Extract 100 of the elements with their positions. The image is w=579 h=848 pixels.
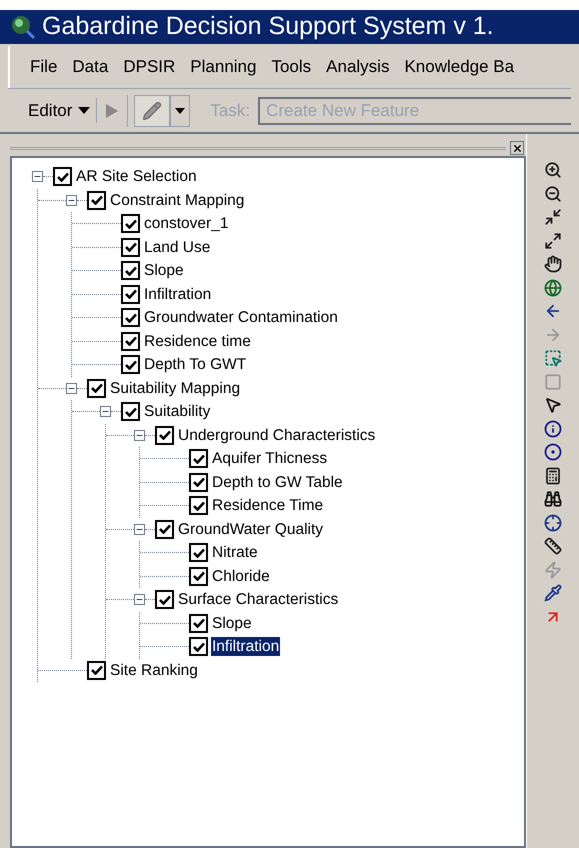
sketch-dropdown-button[interactable] [170, 94, 190, 126]
checkbox[interactable] [189, 614, 208, 633]
checkmark-icon [192, 548, 204, 558]
checkbox[interactable] [189, 472, 208, 492]
checkmark-icon [124, 336, 136, 346]
checkmark-icon [158, 524, 170, 534]
checkbox[interactable] [121, 214, 140, 234]
tree-item[interactable]: Depth to GW Table [211, 472, 344, 492]
checkmark-icon [192, 571, 204, 582]
expander-toggle[interactable] [134, 430, 145, 441]
dropper-icon [544, 584, 562, 602]
tree-item[interactable]: Chloride [211, 566, 271, 586]
checkbox[interactable] [189, 543, 208, 562]
menu-item[interactable]: DPSIR [123, 54, 176, 80]
expander-toggle[interactable] [32, 171, 43, 182]
checkmark-icon [90, 383, 102, 394]
arrows-outward-icon [544, 232, 562, 250]
checkmark-icon [124, 242, 136, 252]
checkbox[interactable] [189, 449, 208, 468]
info-tool-button[interactable] [542, 418, 564, 438]
expander-toggle[interactable] [100, 406, 111, 418]
ruler-icon [544, 537, 562, 555]
tree-item[interactable]: Aquifer Thicness [211, 449, 328, 468]
checkbox[interactable] [87, 190, 106, 210]
checkbox[interactable] [189, 637, 208, 656]
dropdown-caret-icon [78, 107, 90, 114]
window-title: Gabardine Decision Support System v 1. [42, 11, 494, 42]
checkbox[interactable] [121, 308, 140, 328]
hand-tool-button[interactable] [542, 254, 564, 274]
checkbox[interactable] [155, 426, 174, 445]
tree-item[interactable]: Residence Time [211, 496, 324, 516]
tree-item[interactable]: constover_1 [143, 214, 230, 234]
checkbox[interactable] [87, 378, 106, 398]
task-label: Task: [210, 100, 250, 122]
checkmark-icon [124, 406, 136, 417]
calculator-icon [544, 466, 562, 484]
checkmark-icon [90, 195, 102, 206]
expander-toggle[interactable] [134, 594, 145, 606]
checkbox[interactable] [87, 660, 106, 680]
zoom-in-icon [544, 161, 562, 179]
checkmark-icon [124, 312, 136, 323]
pointer-icon [544, 396, 562, 414]
tree-item[interactable]: Land Use [143, 238, 212, 257]
tree-item[interactable]: GroundWater Quality [177, 520, 324, 539]
tree-item[interactable]: Constraint Mapping [109, 190, 246, 210]
checkbox[interactable] [189, 566, 208, 586]
menu-item[interactable]: Planning [190, 54, 256, 80]
close-button[interactable] [510, 141, 524, 155]
tree-item[interactable]: Depth To GWT [143, 355, 248, 374]
globe-tool-button[interactable] [542, 278, 564, 298]
checkmark-icon [192, 618, 204, 628]
checkbox[interactable] [121, 238, 140, 257]
checkmark-icon [192, 454, 204, 464]
tree-item[interactable]: Underground Characteristics [177, 426, 376, 445]
pencil-icon [142, 100, 162, 120]
menu-item[interactable]: File [30, 54, 58, 80]
tree-item[interactable]: Residence time [143, 332, 252, 351]
tree-item[interactable]: Suitability [143, 402, 212, 422]
circle-icon [544, 443, 562, 461]
menu-item[interactable]: Knowledge Ba [404, 54, 514, 80]
tree-item[interactable]: Suitability Mapping [109, 378, 242, 398]
checkbox[interactable] [121, 332, 140, 351]
tree-item[interactable]: Slope [211, 614, 253, 633]
expander-toggle[interactable] [66, 194, 77, 206]
checkbox[interactable] [155, 590, 174, 610]
binoculars-tool-button[interactable] [542, 489, 564, 509]
xy-target-tool-button[interactable] [542, 512, 564, 532]
expander-toggle[interactable] [134, 524, 145, 535]
checkmark-icon [158, 594, 170, 605]
menu-item[interactable]: Tools [271, 54, 312, 80]
zoom-out-icon [544, 184, 562, 202]
checkbox[interactable] [53, 167, 72, 186]
binoculars-icon [544, 490, 562, 508]
checkbox[interactable] [121, 284, 140, 304]
tree-item[interactable]: Infiltration [143, 284, 212, 304]
checkbox[interactable] [121, 355, 140, 374]
checkbox[interactable] [121, 402, 140, 422]
tree-item[interactable]: AR Site Selection [75, 167, 198, 186]
tree-item[interactable]: Slope [143, 261, 185, 280]
menu-item[interactable]: Analysis [326, 54, 390, 80]
tree-item[interactable]: Site Ranking [109, 660, 199, 680]
checkmark-icon [90, 665, 102, 676]
checkmark-icon [124, 266, 136, 276]
circle-tool-button[interactable] [542, 442, 564, 462]
menu-item[interactable]: Data [72, 54, 108, 80]
checkbox[interactable] [189, 496, 208, 516]
dropper-tool-button[interactable] [542, 583, 564, 603]
checkbox[interactable] [155, 520, 174, 539]
checkbox[interactable] [121, 261, 140, 280]
dropdown-caret-icon [175, 108, 186, 114]
ruler-tool-button[interactable] [542, 536, 564, 556]
tree-item[interactable]: Nitrate [211, 543, 259, 562]
tree-item[interactable]: Surface Characteristics [177, 590, 340, 610]
tree-item[interactable]: Infiltration [211, 637, 280, 656]
globe-icon [544, 278, 562, 296]
tree-item[interactable]: Groundwater Contamination [143, 308, 339, 328]
checkmark-icon [158, 430, 170, 440]
checkmark-icon [192, 642, 204, 652]
info-icon [544, 420, 562, 438]
expander-toggle[interactable] [66, 382, 77, 394]
